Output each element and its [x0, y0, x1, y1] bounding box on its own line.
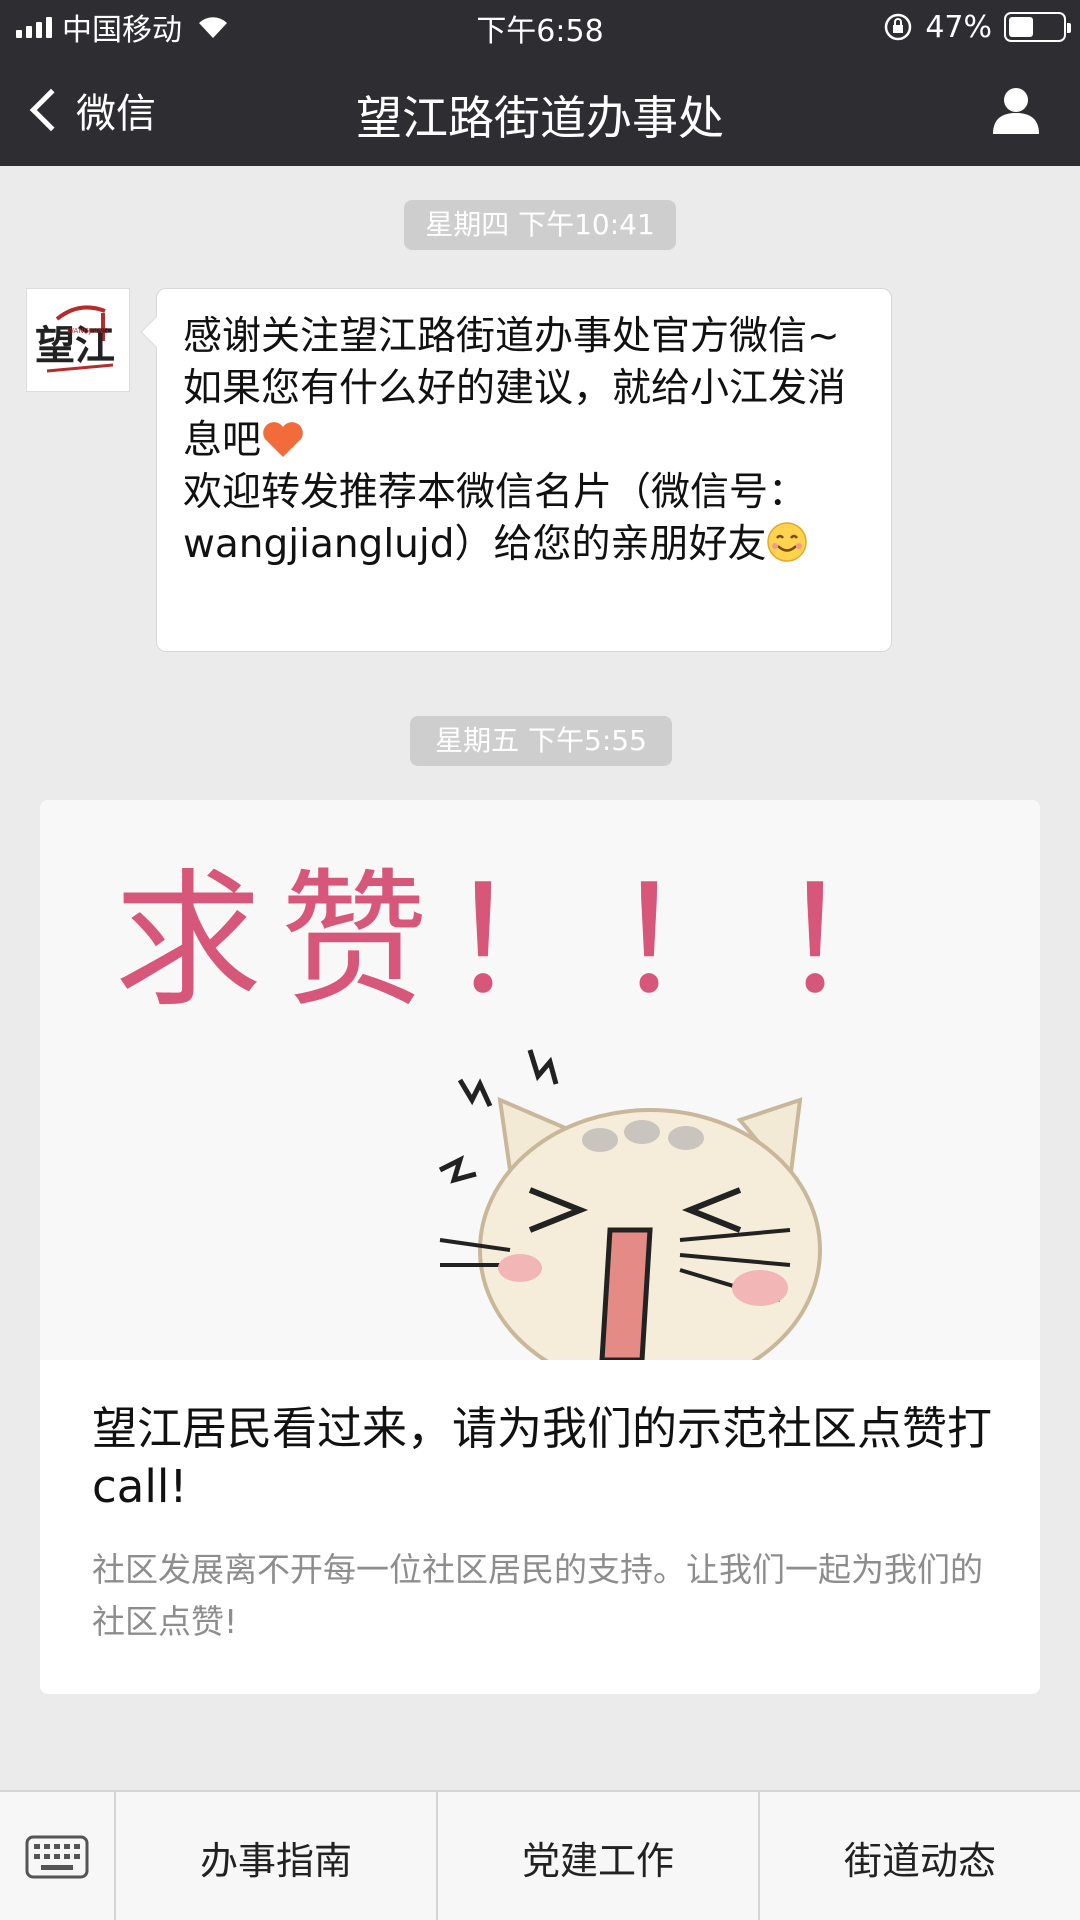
menu-item-guide[interactable]: 办事指南 — [116, 1792, 438, 1920]
article-description: 社区发展离不开每一位社区居民的支持。让我们一起为我们的社区点赞! — [92, 1550, 983, 1641]
heart-emoji-icon — [263, 422, 303, 457]
message-line-3: 欢迎转发推荐本微信名片（微信号：wangjianglujd）给您的亲朋好友 — [183, 467, 865, 571]
orientation-lock-icon — [885, 13, 912, 41]
profile-icon[interactable] — [990, 84, 1042, 136]
bottom-menu: 办事指南 党建工作 街道动态 — [0, 1790, 1080, 1920]
article-card[interactable]: 求赞！！！ 望江居民看过来，请为我们的示范社区点赞打call! 社区发展离不开每… — [40, 800, 1040, 1694]
article-title: 望江居民看过来，请为我们的示范社区点赞打call! — [92, 1402, 993, 1513]
status-bar: 中国移动 下午6:58 47% — [0, 0, 1080, 54]
message-timestamp: 星期四 下午10:41 — [404, 200, 676, 250]
message-bubble[interactable]: 感谢关注望江路街道办事处官方微信~ 如果您有什么好的建议，就给小江发消息吧 欢迎… — [140, 288, 892, 652]
avatar[interactable]: 望江 WANGJIANG — [26, 288, 130, 392]
battery-fill — [1009, 17, 1034, 37]
message-timestamp: 星期五 下午5:55 — [410, 716, 672, 766]
logo-icon: 望江 WANGJIANG — [35, 305, 115, 373]
avatar-logo-subtext: WANGJIANG — [67, 327, 109, 335]
keyboard-icon — [25, 1835, 89, 1879]
status-right: 47% — [883, 8, 1071, 46]
battery-icon — [1004, 12, 1071, 42]
message-line-2: 如果您有什么好的建议，就给小江发消息吧 — [183, 363, 865, 467]
smile-emoji-icon — [767, 522, 808, 562]
cover-text: 求赞！！！ — [114, 855, 944, 1027]
article-cover-image: 求赞！！！ — [40, 800, 1040, 1360]
menu-item-party-work[interactable]: 党建工作 — [438, 1792, 760, 1920]
menu-item-street-news[interactable]: 街道动态 — [760, 1792, 1080, 1920]
keyboard-toggle-button[interactable] — [0, 1792, 116, 1920]
battery-percent: 47% — [925, 9, 992, 45]
page-title: 望江路街道办事处 — [356, 91, 724, 145]
nav-bar: 微信 望江路街道办事处 — [0, 54, 1080, 166]
message-line-3-text: 欢迎转发推荐本微信名片（微信号：wangjianglujd）给您的亲朋好友 — [183, 470, 808, 567]
cat-sticker-icon — [438, 1049, 822, 1360]
message-line-1: 感谢关注望江路街道办事处官方微信~ — [183, 314, 840, 359]
